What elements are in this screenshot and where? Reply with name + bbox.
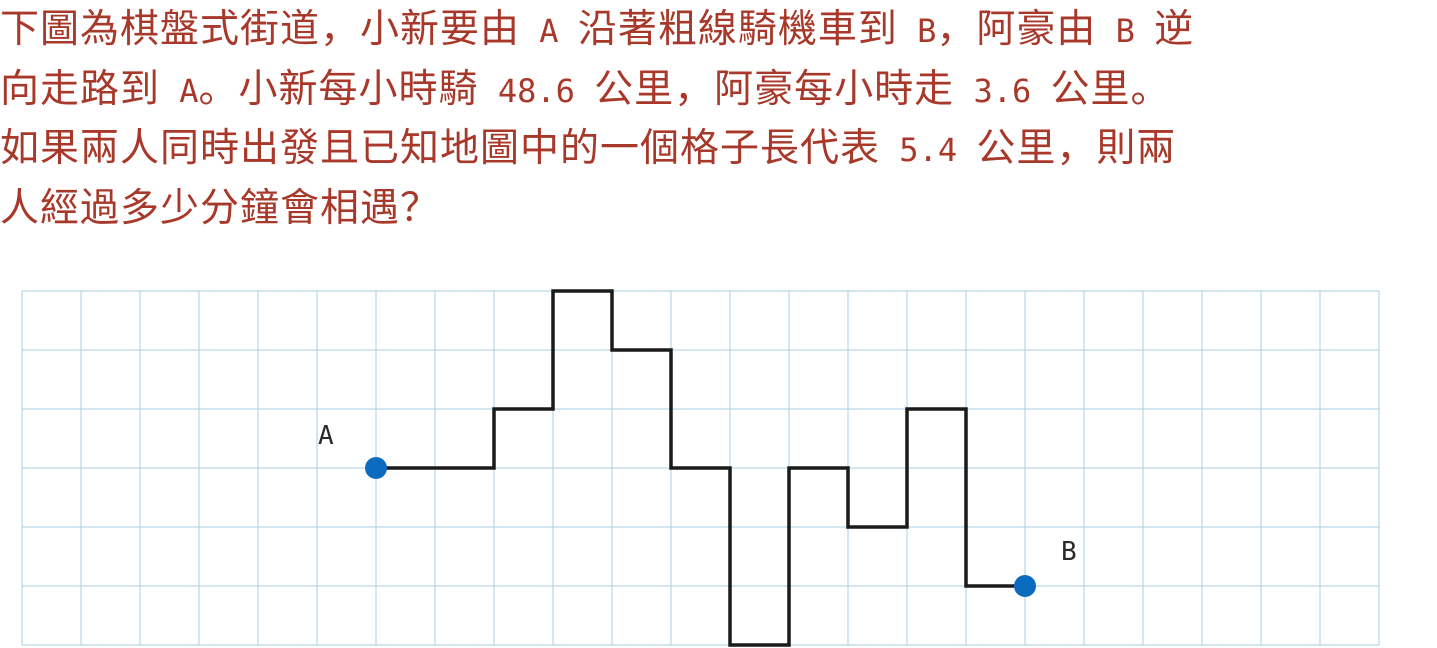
point-b-marker xyxy=(1014,575,1036,597)
street-grid-diagram: A B xyxy=(21,289,1380,647)
point-a-label: A xyxy=(318,421,334,451)
point-b-label: B xyxy=(1061,537,1077,567)
point-a-marker xyxy=(365,457,387,479)
